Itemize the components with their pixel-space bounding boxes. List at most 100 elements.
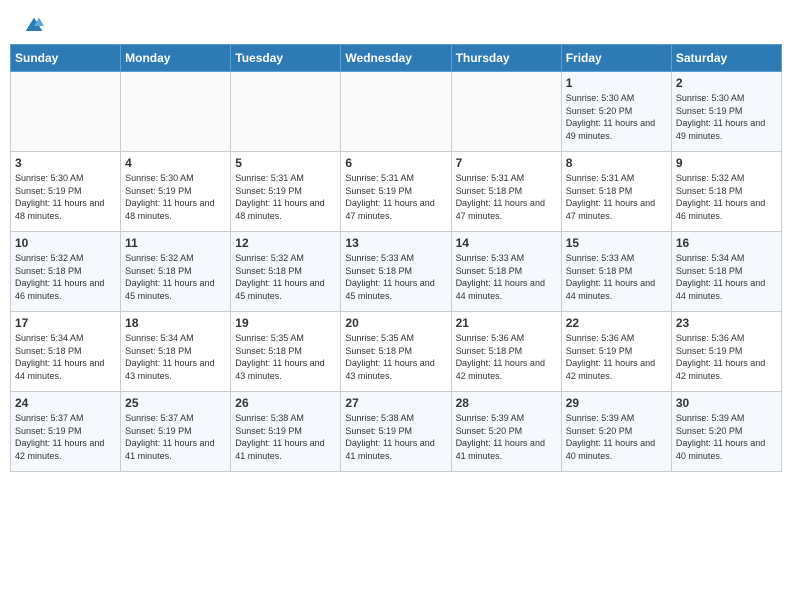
calendar-cell: 29 Sunrise: 5:39 AM Sunset: 5:20 PM Dayli… <box>561 392 671 472</box>
day-info: Sunrise: 5:37 AM Sunset: 5:19 PM Dayligh… <box>15 412 116 462</box>
day-info: Sunrise: 5:31 AM Sunset: 5:18 PM Dayligh… <box>456 172 557 222</box>
day-number: 7 <box>456 156 557 170</box>
day-number: 11 <box>125 236 226 250</box>
day-number: 4 <box>125 156 226 170</box>
weekday-header-tuesday: Tuesday <box>231 45 341 72</box>
calendar-week-row: 24 Sunrise: 5:37 AM Sunset: 5:19 PM Dayli… <box>11 392 782 472</box>
day-info: Sunrise: 5:30 AM Sunset: 5:19 PM Dayligh… <box>15 172 116 222</box>
calendar-cell: 4 Sunrise: 5:30 AM Sunset: 5:19 PM Daylig… <box>121 152 231 232</box>
day-number: 8 <box>566 156 667 170</box>
day-number: 3 <box>15 156 116 170</box>
calendar-cell: 2 Sunrise: 5:30 AM Sunset: 5:19 PM Daylig… <box>671 72 781 152</box>
day-info: Sunrise: 5:34 AM Sunset: 5:18 PM Dayligh… <box>15 332 116 382</box>
calendar-body: 1 Sunrise: 5:30 AM Sunset: 5:20 PM Daylig… <box>11 72 782 472</box>
calendar-cell <box>121 72 231 152</box>
weekday-header-friday: Friday <box>561 45 671 72</box>
day-info: Sunrise: 5:39 AM Sunset: 5:20 PM Dayligh… <box>676 412 777 462</box>
day-number: 29 <box>566 396 667 410</box>
logo-icon <box>24 16 44 36</box>
day-number: 26 <box>235 396 336 410</box>
day-info: Sunrise: 5:36 AM Sunset: 5:19 PM Dayligh… <box>566 332 667 382</box>
day-info: Sunrise: 5:36 AM Sunset: 5:19 PM Dayligh… <box>676 332 777 382</box>
calendar-cell: 6 Sunrise: 5:31 AM Sunset: 5:19 PM Daylig… <box>341 152 451 232</box>
calendar-week-row: 17 Sunrise: 5:34 AM Sunset: 5:18 PM Dayli… <box>11 312 782 392</box>
day-number: 17 <box>15 316 116 330</box>
day-number: 10 <box>15 236 116 250</box>
weekday-header-wednesday: Wednesday <box>341 45 451 72</box>
day-number: 2 <box>676 76 777 90</box>
day-info: Sunrise: 5:31 AM Sunset: 5:19 PM Dayligh… <box>235 172 336 222</box>
day-info: Sunrise: 5:35 AM Sunset: 5:18 PM Dayligh… <box>345 332 446 382</box>
day-info: Sunrise: 5:36 AM Sunset: 5:18 PM Dayligh… <box>456 332 557 382</box>
day-number: 30 <box>676 396 777 410</box>
calendar-cell: 11Sunrise: 5:32 AM Sunset: 5:18 PM Dayli… <box>121 232 231 312</box>
day-number: 22 <box>566 316 667 330</box>
day-info: Sunrise: 5:30 AM Sunset: 5:19 PM Dayligh… <box>125 172 226 222</box>
day-info: Sunrise: 5:32 AM Sunset: 5:18 PM Dayligh… <box>676 172 777 222</box>
day-info: Sunrise: 5:38 AM Sunset: 5:19 PM Dayligh… <box>235 412 336 462</box>
calendar-cell: 28 Sunrise: 5:39 AM Sunset: 5:20 PM Dayli… <box>451 392 561 472</box>
weekday-header-saturday: Saturday <box>671 45 781 72</box>
day-number: 27 <box>345 396 446 410</box>
calendar-cell <box>231 72 341 152</box>
calendar-week-row: 1 Sunrise: 5:30 AM Sunset: 5:20 PM Daylig… <box>11 72 782 152</box>
calendar-cell: 26 Sunrise: 5:38 AM Sunset: 5:19 PM Dayli… <box>231 392 341 472</box>
day-info: Sunrise: 5:37 AM Sunset: 5:19 PM Dayligh… <box>125 412 226 462</box>
calendar-cell: 13 Sunrise: 5:33 AM Sunset: 5:18 PM Dayli… <box>341 232 451 312</box>
day-info: Sunrise: 5:34 AM Sunset: 5:18 PM Dayligh… <box>125 332 226 382</box>
calendar-cell: 17 Sunrise: 5:34 AM Sunset: 5:18 PM Dayli… <box>11 312 121 392</box>
calendar-cell: 22 Sunrise: 5:36 AM Sunset: 5:19 PM Dayli… <box>561 312 671 392</box>
calendar-cell: 18 Sunrise: 5:34 AM Sunset: 5:18 PM Dayli… <box>121 312 231 392</box>
day-number: 15 <box>566 236 667 250</box>
day-info: Sunrise: 5:33 AM Sunset: 5:18 PM Dayligh… <box>456 252 557 302</box>
calendar-cell: 30 Sunrise: 5:39 AM Sunset: 5:20 PM Dayli… <box>671 392 781 472</box>
calendar-cell: 1 Sunrise: 5:30 AM Sunset: 5:20 PM Daylig… <box>561 72 671 152</box>
day-number: 5 <box>235 156 336 170</box>
calendar-cell <box>451 72 561 152</box>
day-number: 1 <box>566 76 667 90</box>
calendar-cell: 9 Sunrise: 5:32 AM Sunset: 5:18 PM Daylig… <box>671 152 781 232</box>
calendar-cell: 3 Sunrise: 5:30 AM Sunset: 5:19 PM Daylig… <box>11 152 121 232</box>
weekday-header-monday: Monday <box>121 45 231 72</box>
day-number: 13 <box>345 236 446 250</box>
day-number: 24 <box>15 396 116 410</box>
calendar-cell: 27 Sunrise: 5:38 AM Sunset: 5:19 PM Dayli… <box>341 392 451 472</box>
calendar-cell <box>11 72 121 152</box>
day-number: 16 <box>676 236 777 250</box>
calendar-container: SundayMondayTuesdayWednesdayThursdayFrid… <box>0 44 792 482</box>
day-number: 18 <box>125 316 226 330</box>
calendar-cell: 25 Sunrise: 5:37 AM Sunset: 5:19 PM Dayli… <box>121 392 231 472</box>
calendar-cell: 21 Sunrise: 5:36 AM Sunset: 5:18 PM Dayli… <box>451 312 561 392</box>
day-number: 21 <box>456 316 557 330</box>
day-info: Sunrise: 5:30 AM Sunset: 5:19 PM Dayligh… <box>676 92 777 142</box>
weekday-header-thursday: Thursday <box>451 45 561 72</box>
day-info: Sunrise: 5:33 AM Sunset: 5:18 PM Dayligh… <box>566 252 667 302</box>
day-info: Sunrise: 5:38 AM Sunset: 5:19 PM Dayligh… <box>345 412 446 462</box>
day-number: 6 <box>345 156 446 170</box>
day-info: Sunrise: 5:33 AM Sunset: 5:18 PM Dayligh… <box>345 252 446 302</box>
page-header <box>0 0 792 44</box>
day-info: Sunrise: 5:39 AM Sunset: 5:20 PM Dayligh… <box>566 412 667 462</box>
day-number: 12 <box>235 236 336 250</box>
calendar-cell: 7 Sunrise: 5:31 AM Sunset: 5:18 PM Daylig… <box>451 152 561 232</box>
day-info: Sunrise: 5:31 AM Sunset: 5:19 PM Dayligh… <box>345 172 446 222</box>
day-info: Sunrise: 5:30 AM Sunset: 5:20 PM Dayligh… <box>566 92 667 142</box>
calendar-table: SundayMondayTuesdayWednesdayThursdayFrid… <box>10 44 782 472</box>
day-number: 19 <box>235 316 336 330</box>
day-number: 9 <box>676 156 777 170</box>
calendar-cell: 23 Sunrise: 5:36 AM Sunset: 5:19 PM Dayli… <box>671 312 781 392</box>
calendar-cell: 10Sunrise: 5:32 AM Sunset: 5:18 PM Dayli… <box>11 232 121 312</box>
calendar-week-row: 3 Sunrise: 5:30 AM Sunset: 5:19 PM Daylig… <box>11 152 782 232</box>
day-number: 25 <box>125 396 226 410</box>
calendar-cell: 12 Sunrise: 5:32 AM Sunset: 5:18 PM Dayli… <box>231 232 341 312</box>
day-info: Sunrise: 5:35 AM Sunset: 5:18 PM Dayligh… <box>235 332 336 382</box>
calendar-cell: 15 Sunrise: 5:33 AM Sunset: 5:18 PM Dayli… <box>561 232 671 312</box>
calendar-cell: 16Sunrise: 5:34 AM Sunset: 5:18 PM Dayli… <box>671 232 781 312</box>
day-info: Sunrise: 5:39 AM Sunset: 5:20 PM Dayligh… <box>456 412 557 462</box>
calendar-week-row: 10 Sunrise: 5:32 AM Sunset: 5:18 PM Dayli… <box>11 232 782 312</box>
calendar-cell: 19 Sunrise: 5:35 AM Sunset: 5:18 PM Dayli… <box>231 312 341 392</box>
day-info: Sunrise: 5:32 AM Sunset: 5:18 PM Dayligh… <box>235 252 336 302</box>
day-number: 28 <box>456 396 557 410</box>
day-number: 23 <box>676 316 777 330</box>
day-number: 14 <box>456 236 557 250</box>
